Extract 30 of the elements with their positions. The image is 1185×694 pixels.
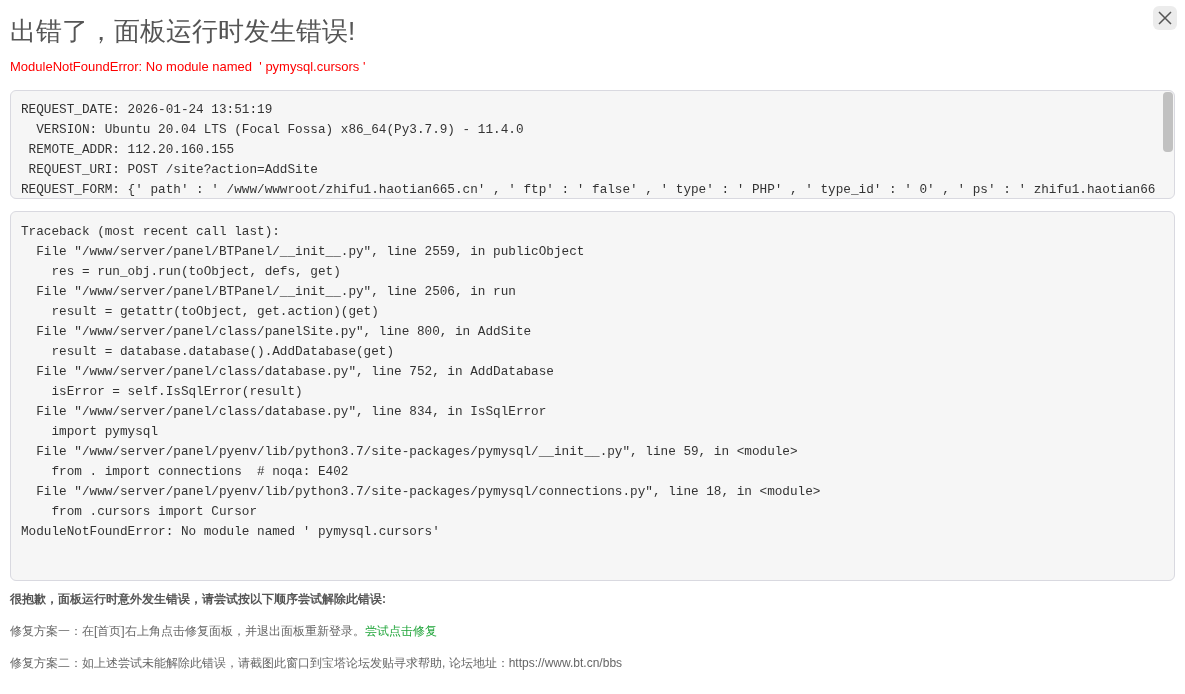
traceback-line: File "/www/server/panel/class/database.py", line 834, in IsSqlError: [35, 403, 547, 421]
repair-link[interactable]: 尝试点击修复: [364, 623, 437, 639]
error-message: ModuleNotFoundError: No module named ' pymysql.cursors ': [10, 58, 366, 76]
fix-suggestion: 修复方案一：在[首页]右上角点击修复面板，并退出面板重新登录。: [10, 623, 365, 639]
request-info-line: REQUEST_FORM: {' path' : ' /www/wwwroot/zhifu1.haotian665.cn' , ' ftp' : ' false' , ' type' : ' PHP' , ' type_id' : ' 0' , ' ps' : ' zhifu1.haotian66: [21, 181, 1156, 198]
request-info-line: REQUEST_URI: POST /site?action=AddSite: [27, 161, 318, 179]
fix-suggestion: 修复方案二：如上述尝试未能解除此错误，请截图此窗口到宝塔论坛发贴寻求帮助, 论坛地址：https://www.bt.cn/bbs: [10, 655, 623, 671]
traceback-line: from . import connections # noqa: E402: [50, 463, 349, 481]
traceback-line: File "/www/server/panel/class/database.py", line 752, in AddDatabase: [35, 363, 554, 381]
traceback-line: isError = self.IsSqlError(result): [50, 383, 303, 401]
traceback-line: File "/www/server/panel/pyenv/lib/python3.7/site-packages/pymysql/__init__.py", line 59, in <module>: [35, 443, 798, 461]
traceback-line: ModuleNotFoundError: No module named ' pymysql.cursors': [21, 523, 440, 541]
traceback-line: File "/www/server/panel/BTPanel/__init__.py", line 2559, in publicObject: [35, 243, 585, 261]
close-button[interactable]: [1153, 6, 1177, 30]
scrollbar[interactable]: [1163, 92, 1173, 152]
traceback-line: File "/www/server/panel/pyenv/lib/python3.7/site-packages/pymysql/connections.py", line 18, in <module>: [35, 483, 821, 501]
traceback-line: import pymysql: [50, 423, 159, 441]
traceback-line: res = run_obj.run(toObject, defs, get): [50, 263, 341, 281]
traceback-line: from .cursors import Cursor: [50, 503, 258, 521]
request-info-line: VERSION: Ubuntu 20.04 LTS (Focal Fossa) x86_64(Py3.7.9) - 11.4.0: [35, 121, 524, 139]
request-info-line: REQUEST_DATE: 2026-01-24 13:51:19: [21, 101, 273, 119]
request-info-line: REMOTE_ADDR: 112.20.160.155: [27, 141, 235, 159]
traceback-line: File "/www/server/panel/BTPanel/__init__.py", line 2506, in run: [35, 283, 516, 301]
close-icon: [1158, 11, 1172, 25]
traceback-line: File "/www/server/panel/class/panelSite.py", line 800, in AddSite: [35, 323, 532, 341]
traceback-line: result = getattr(toObject, get.action)(get): [50, 303, 379, 321]
traceback-line: Traceback (most recent call last):: [21, 223, 280, 241]
traceback-line: result = database.database().AddDatabase(get): [50, 343, 395, 361]
help-heading: 很抱歉，面板运行时意外发生错误，请尝试按以下顺序尝试解除此错误:: [10, 591, 386, 607]
page-title: 出错了，面板运行时发生错误!: [10, 15, 356, 48]
